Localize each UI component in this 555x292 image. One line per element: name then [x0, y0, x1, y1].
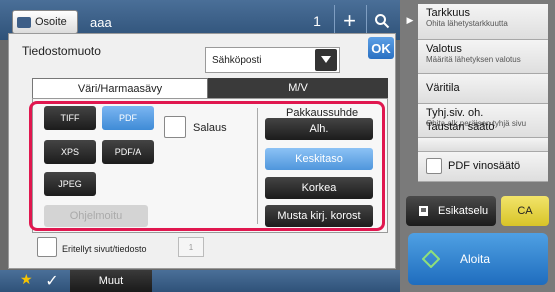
plus-icon: + [343, 8, 356, 33]
preview-icon [419, 206, 428, 216]
star-icon[interactable]: ★ [20, 271, 33, 288]
tab-monochrome[interactable]: M/V [208, 78, 388, 98]
pdf-tilt-label: PDF vinosäätö [448, 160, 521, 172]
chevron-down-icon [321, 56, 331, 63]
exposure-subtitle: Määritä lähetyksen valotus [426, 55, 521, 64]
address-field[interactable]: aaa [86, 8, 302, 36]
address-book-button[interactable]: Osoite [12, 10, 78, 34]
checkmark-icon[interactable]: ✓ [40, 270, 64, 292]
start-label: Aloita [460, 252, 491, 266]
exposure-title: Valotus [426, 43, 462, 55]
background-adjust-title: Taustan säätö [426, 121, 495, 133]
blank-page-skip-title: Tyhj.siv. oh. [426, 107, 484, 119]
separate-pages-checkbox[interactable] [37, 237, 57, 257]
screen: Osoite aaa 1 + Tiedostomuoto Sähköposti … [0, 0, 555, 292]
address-label: Osoite [35, 16, 67, 28]
format-select-arrow[interactable] [315, 49, 337, 71]
pdf-tilt-checkbox[interactable] [426, 158, 442, 174]
resolution-item[interactable]: Tarkkuus Ohita lähetystarkkuutta [418, 4, 548, 40]
start-icon [422, 250, 440, 268]
color-mode-title: Väritila [426, 82, 460, 94]
exposure-item[interactable]: Valotus Määritä lähetyksen valotus [418, 40, 548, 74]
other-button[interactable]: Muut [70, 270, 152, 292]
ca-button[interactable]: CA [501, 196, 549, 226]
resolution-subtitle: Ohita lähetystarkkuutta [426, 19, 508, 28]
preview-button[interactable]: Esikatselu [406, 196, 496, 226]
search-icon [374, 14, 389, 29]
separate-pages-label: Eritellyt sivut/tiedosto [62, 244, 147, 254]
separate-pages-number[interactable]: 1 [178, 237, 204, 257]
address-book-icon [17, 16, 31, 28]
start-button[interactable]: Aloita [408, 233, 548, 285]
color-mode-item[interactable]: Väritila [418, 74, 548, 104]
tab-color-grayscale[interactable]: Väri/Harmaasävy [32, 78, 208, 98]
panel-toggle-icon[interactable]: ▶ [402, 0, 418, 40]
resolution-title: Tarkkuus [426, 7, 471, 19]
file-format-label: Tiedostomuoto [22, 44, 101, 58]
highlight-frame [29, 101, 385, 231]
ok-button[interactable]: OK [368, 37, 394, 59]
preview-label: Esikatselu [438, 205, 489, 217]
background-adjust-item[interactable]: Taustan säätö [418, 121, 548, 152]
